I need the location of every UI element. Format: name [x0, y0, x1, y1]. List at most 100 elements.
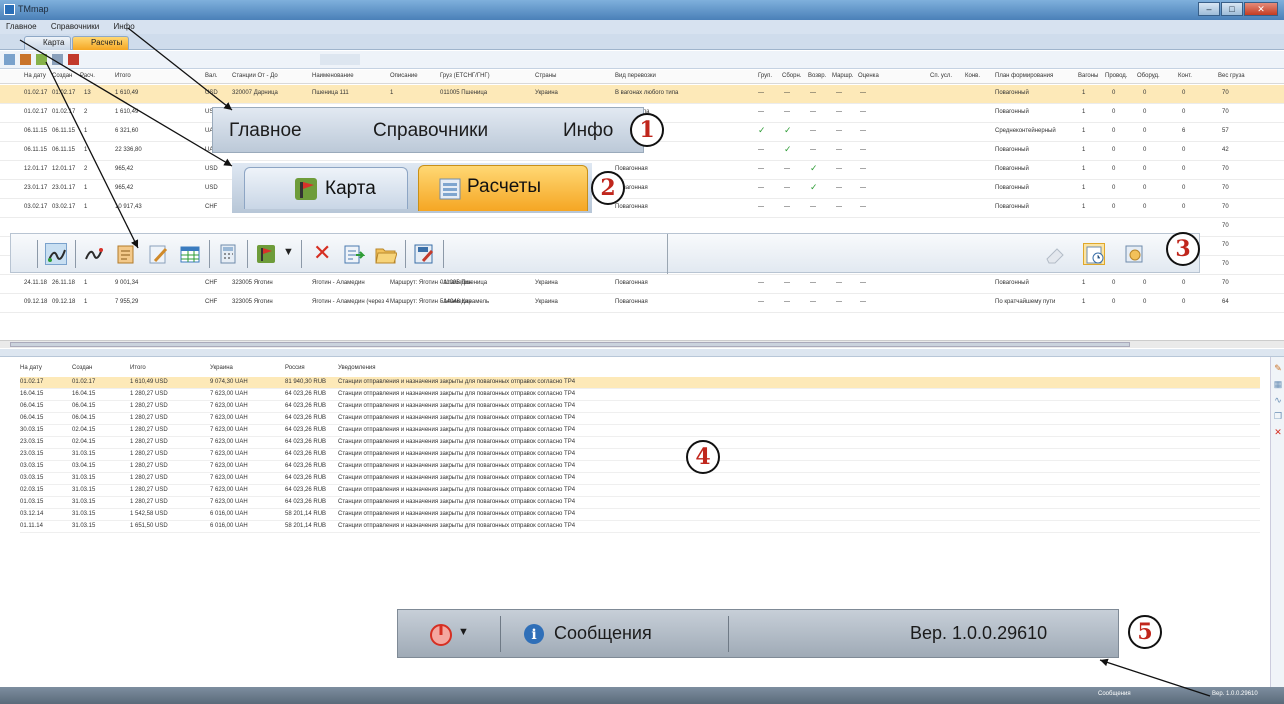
list-item[interactable]: 06.04.15 06.04.15 1 280,27 USD 7 623,00 UAH… [20, 413, 1260, 425]
list-item[interactable]: 01.03.15 31.03.15 1 280,27 USD 7 623,00 UAH… [20, 497, 1260, 509]
power-chevron-down-icon[interactable]: ▼ [458, 626, 469, 638]
col2-total[interactable]: Итого [130, 365, 146, 371]
maximize-button[interactable]: □ [1221, 2, 1243, 16]
col-name[interactable]: Наименование [312, 73, 354, 79]
route-icon-large[interactable] [83, 243, 105, 265]
col-route[interactable]: Маршр. [832, 73, 854, 79]
minimize-button[interactable]: – [1198, 2, 1220, 16]
col-special[interactable]: Сп. усл. [930, 73, 952, 79]
edit-pencil-icon[interactable] [147, 243, 169, 265]
col2-date[interactable]: На дату [20, 365, 42, 371]
cell-weight: 70 [1222, 261, 1229, 267]
callout-status-zoom: ▼ i Сообщения Вер. 1.0.0.29610 [397, 609, 1119, 658]
table-icon-large[interactable] [179, 243, 201, 265]
col-plan[interactable]: План формирования [995, 73, 1053, 79]
list-item[interactable]: 01.02.17 01.02.17 1 610,49 USD 9 074,30 UAH… [20, 377, 1260, 389]
table-row[interactable]: 12.01.1712.01.172965,42USD320Повагонная—… [0, 161, 1284, 180]
cell-p3: 0 [1182, 109, 1186, 115]
list-item[interactable]: 23.03.15 02.04.15 1 280,27 USD 7 623,00 UAH… [20, 437, 1260, 449]
col-convoy[interactable]: Конв. [965, 73, 980, 79]
callout-tab-map[interactable]: Карта [244, 167, 408, 209]
grid-icon[interactable]: ▦ [1273, 379, 1283, 389]
callout-menu-main[interactable]: Главное [229, 120, 302, 142]
col-equipment[interactable]: Оборуд. [1137, 73, 1160, 79]
list-item[interactable]: 03.03.15 31.03.15 1 280,27 USD 7 623,00 UAH… [20, 473, 1260, 485]
eraser-icon[interactable] [1043, 243, 1065, 265]
col-rating[interactable]: Оценка [858, 73, 879, 79]
delete-icon[interactable]: ✕ [1273, 427, 1283, 437]
col-assembled[interactable]: Сборн. [782, 73, 801, 79]
col-currency[interactable]: Вал. [205, 73, 218, 79]
list-item[interactable]: 30.03.15 02.04.15 1 280,27 USD 7 623,00 UAH… [20, 425, 1260, 437]
splitter[interactable] [0, 349, 1284, 357]
menu-item-info[interactable]: Инфо [108, 20, 141, 33]
menu-item-main[interactable]: Главное [0, 20, 43, 33]
col-group[interactable]: Груп. [758, 73, 772, 79]
delete-icon-large[interactable]: ✕ [313, 240, 331, 266]
list-item[interactable]: 01.11.14 31.03.15 1 651,50 USD 6 016,00 UAH… [20, 521, 1260, 533]
callout-menu-references[interactable]: Справочники [373, 120, 488, 142]
chevron-down-icon[interactable]: ▼ [283, 246, 294, 258]
copy-icon[interactable]: ❐ [1273, 411, 1283, 421]
list-item[interactable]: 03.03.15 03.04.15 1 280,27 USD 7 623,00 UAH… [20, 461, 1260, 473]
col-wagons[interactable]: Вагоны [1078, 73, 1098, 79]
list-item[interactable]: 02.03.15 31.03.15 1 280,27 USD 7 623,00 UAH… [20, 485, 1260, 497]
col-kind[interactable]: Вид перевозки [615, 73, 656, 79]
list-item[interactable]: 23.03.15 31.03.15 1 280,27 USD 7 623,00 UAH… [20, 449, 1260, 461]
flag-icon[interactable] [68, 54, 79, 65]
col-return[interactable]: Возвр. [808, 73, 826, 79]
col-escort[interactable]: Провод. [1105, 73, 1127, 79]
col2-ukraine[interactable]: Украина [210, 365, 233, 371]
col-date[interactable]: На дату [24, 73, 46, 79]
list-item[interactable]: 16.04.15 16.04.15 1 280,27 USD 7 623,00 UAH… [20, 389, 1260, 401]
cell-p3: 0 [1182, 204, 1186, 210]
col-countries[interactable]: Страны [535, 73, 556, 79]
col-total[interactable]: Итого [115, 73, 131, 79]
calculator-icon-large[interactable] [217, 243, 239, 265]
tab-calculations[interactable]: Расчеты [72, 36, 130, 50]
calendar-clock-icon[interactable] [1083, 243, 1105, 265]
edit-icon[interactable] [20, 54, 31, 65]
table-row[interactable]: 01.02.17 01.02.17 13 1 610,49 USD 320007 Дарн… [0, 85, 1284, 104]
calculator-icon[interactable] [52, 54, 63, 65]
callout-menu-info[interactable]: Инфо [563, 120, 613, 142]
route-icon[interactable] [4, 54, 15, 65]
scrollbar-thumb[interactable] [10, 342, 1130, 347]
folder-open-icon[interactable] [375, 243, 397, 265]
col-cargo[interactable]: Груз (ЕТСНГ/ГНГ) [440, 73, 490, 79]
status-messages[interactable]: Сообщения [1098, 691, 1131, 697]
cell: 03.12.14 [20, 511, 44, 517]
tab-map[interactable]: Карта [24, 36, 72, 50]
close-button[interactable]: ✕ [1244, 2, 1278, 16]
flag-icon-large[interactable] [255, 243, 277, 265]
list-item[interactable]: 03.12.14 31.03.15 1 542,58 USD 6 016,00 UAH… [20, 509, 1260, 521]
export-icon[interactable] [343, 243, 365, 265]
col-calc[interactable]: Расч. [80, 73, 95, 79]
col-containers[interactable]: Конт. [1178, 73, 1192, 79]
table-row[interactable]: 09.12.18 09.12.18 1 7 955,29 CHF 323005 Яготи… [0, 294, 1284, 313]
power-icon[interactable] [428, 622, 454, 648]
table-row[interactable]: 03.02.1703.02.17110 917,43CHF100001 Кали… [0, 199, 1284, 218]
col-stations[interactable]: Станции От - До [232, 73, 278, 79]
col2-created[interactable]: Создан [72, 365, 92, 371]
col-created[interactable]: Создан [52, 73, 72, 79]
route-small-icon[interactable]: ∿ [1273, 395, 1283, 405]
col2-notices[interactable]: Уведомления [338, 365, 376, 371]
save-report-icon[interactable] [413, 243, 435, 265]
settings-icon[interactable] [1123, 243, 1145, 265]
col-desc[interactable]: Описание [390, 73, 418, 79]
table-row[interactable]: 23.01.1723.01.171965,42USD320Повагонная—… [0, 180, 1284, 199]
callout-tab-calculations[interactable]: Расчеты [418, 165, 588, 211]
table-row[interactable]: 24.11.18 26.11.18 1 9 001,34 CHF 323005 Яготи… [0, 275, 1284, 294]
table-icon[interactable] [36, 54, 47, 65]
callout-status-messages[interactable]: Сообщения [554, 623, 652, 644]
pencil-icon[interactable]: ✎ [1273, 363, 1283, 373]
edit-list-icon[interactable] [115, 243, 137, 265]
toolbar-right-icons[interactable] [320, 54, 360, 65]
route-active-icon[interactable] [45, 243, 67, 265]
horizontal-scrollbar[interactable] [0, 340, 1284, 348]
menu-item-references[interactable]: Справочники [45, 20, 105, 33]
col-weight[interactable]: Вес груза [1218, 73, 1245, 79]
col2-russia[interactable]: Россия [285, 365, 305, 371]
list-item[interactable]: 06.04.15 06.04.15 1 280,27 USD 7 623,00 UAH… [20, 401, 1260, 413]
